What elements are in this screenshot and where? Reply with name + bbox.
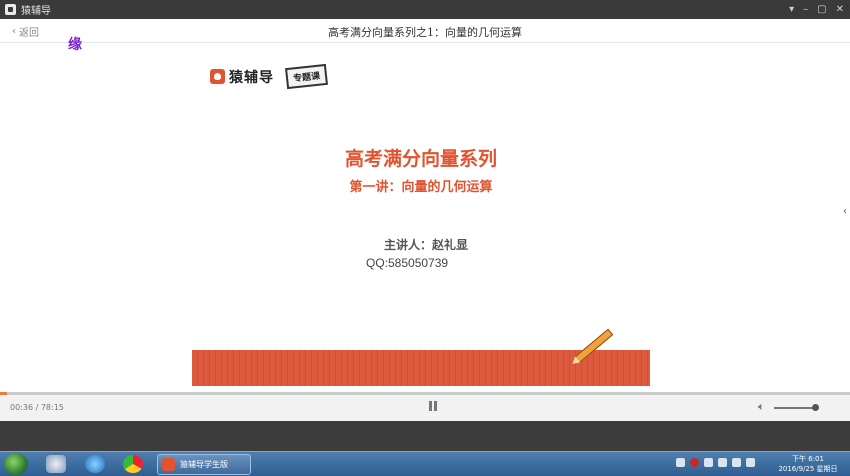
- volume-knob[interactable]: [812, 404, 819, 411]
- player-footer: [0, 421, 850, 451]
- side-panel-toggle[interactable]: ‹: [842, 44, 850, 392]
- lesson-header: ‹ 返回 高考满分向量系列之1：向量的几何运算: [0, 19, 850, 43]
- tray-app-icon[interactable]: [704, 458, 713, 467]
- start-button[interactable]: [4, 453, 28, 475]
- title-bar: 猿辅导 ▾ – ▢ ✕: [0, 0, 850, 19]
- player-controls: 00:36 / 78:15 🔈︎: [0, 395, 850, 421]
- chevron-left-icon: ‹: [843, 206, 847, 217]
- pause-button[interactable]: [429, 401, 439, 413]
- minimize-icon[interactable]: –: [803, 4, 808, 15]
- brand-logo: 猿辅导 专题课: [210, 63, 329, 90]
- chrome-icon[interactable]: [123, 455, 143, 473]
- maximize-icon[interactable]: ▢: [817, 4, 826, 15]
- watermark-text: 缘: [68, 37, 82, 53]
- close-icon[interactable]: ✕: [836, 4, 844, 15]
- active-task-button[interactable]: 猿辅导学生版: [157, 454, 251, 475]
- slide-sub-title: 第一讲：向量的几何运算: [349, 180, 493, 195]
- tray-security-icon[interactable]: [718, 458, 727, 467]
- app-logo-icon: [162, 458, 175, 471]
- brand-tag: 专题课: [285, 63, 329, 90]
- presenter-qq: QQ:585050739: [366, 256, 449, 270]
- slide-area: 缘 猿辅导 专题课 高考满分向量系列 第一讲：向量的几何运算 主讲人：赵礼显 Q…: [0, 37, 842, 392]
- pinned-app-icon[interactable]: [46, 455, 66, 473]
- slide-main-title: 高考满分向量系列: [344, 148, 497, 170]
- window-title: 猿辅导: [21, 6, 51, 17]
- taskbar: 猿辅导学生版 下午 6:01 2016/9/25 星期日: [0, 451, 850, 476]
- monkey-logo-icon: [210, 69, 225, 84]
- window-controls: ▾ – ▢ ✕: [789, 0, 844, 19]
- volume-icon[interactable]: 🔈︎: [758, 400, 765, 414]
- time-display: 00:36 / 78:15: [10, 403, 64, 412]
- task-label: 猿辅导学生版: [180, 460, 228, 469]
- browser-icon[interactable]: [85, 455, 105, 473]
- app-window: 猿辅导 ▾ – ▢ ✕ ‹ 返回 高考满分向量系列之1：向量的几何运算 缘 猿辅…: [0, 0, 850, 476]
- volume-slider[interactable]: [774, 407, 816, 409]
- app-logo-icon: [5, 4, 16, 15]
- tray-flag-icon[interactable]: [676, 458, 685, 467]
- system-tray: [676, 458, 755, 467]
- presenter-name: 主讲人：赵礼显: [384, 238, 469, 252]
- tray-volume-icon[interactable]: [746, 458, 755, 467]
- clock[interactable]: 下午 6:01 2016/9/25 星期日: [772, 454, 844, 474]
- clock-date: 2016/9/25 星期日: [778, 465, 838, 473]
- clock-time: 下午 6:01: [792, 455, 824, 463]
- tray-network-icon[interactable]: [732, 458, 741, 467]
- dropdown-icon[interactable]: ▾: [789, 4, 794, 15]
- lesson-title: 高考满分向量系列之1：向量的几何运算: [328, 26, 522, 39]
- tray-antivirus-icon[interactable]: [690, 458, 699, 467]
- brand-name: 猿辅导: [229, 69, 274, 86]
